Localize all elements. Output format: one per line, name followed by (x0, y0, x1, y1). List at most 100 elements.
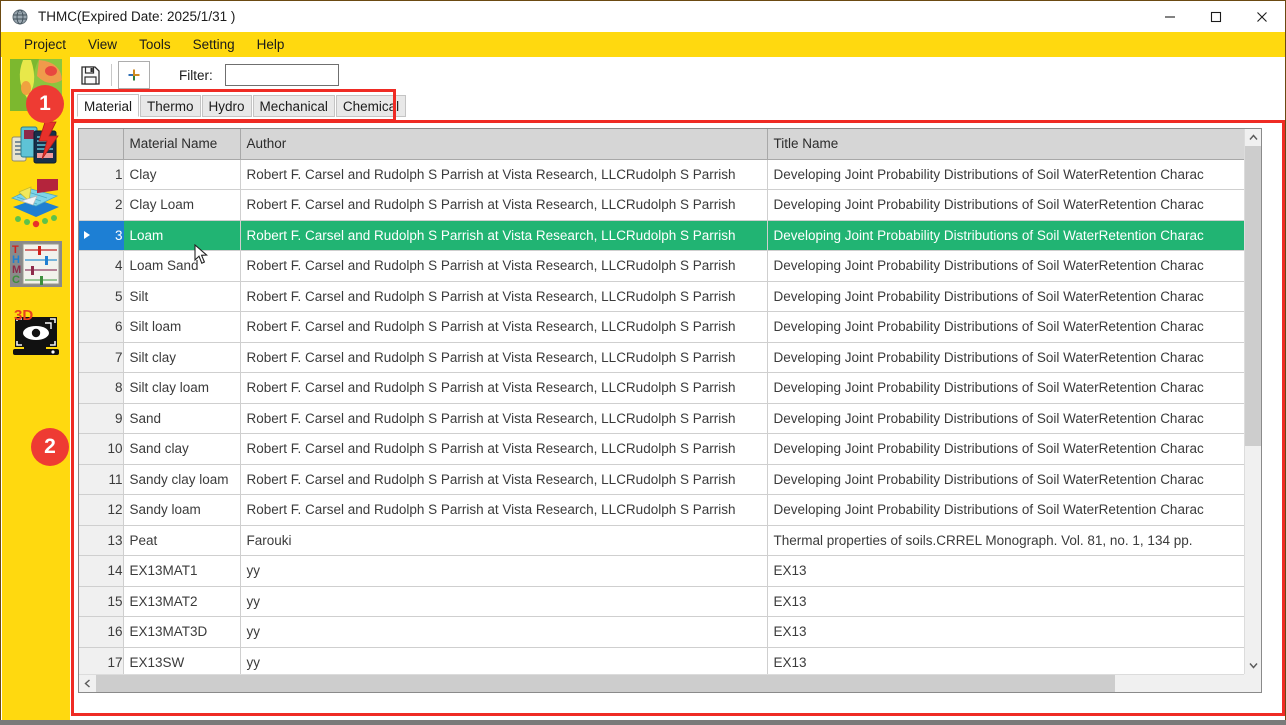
cell-title-name[interactable]: Developing Joint Probability Distributio… (767, 281, 1260, 312)
cell-title-name[interactable]: Developing Joint Probability Distributio… (767, 311, 1260, 343)
column-header-index[interactable] (79, 129, 124, 160)
cell-material-name[interactable]: Silt loam (123, 311, 241, 343)
cell-title-name[interactable]: Developing Joint Probability Distributio… (767, 433, 1260, 465)
minimize-button[interactable] (1147, 1, 1193, 32)
row-indicator-cell[interactable]: 4 (79, 250, 124, 282)
cell-author[interactable]: Robert F. Carsel and Rudolph S Parrish a… (240, 159, 768, 190)
cell-author[interactable]: yy (240, 647, 768, 674)
cell-title-name[interactable]: Developing Joint Probability Distributio… (767, 494, 1260, 526)
cell-author[interactable]: Robert F. Carsel and Rudolph S Parrish a… (240, 311, 768, 343)
cell-material-name[interactable]: EX13MAT2 (123, 586, 241, 617)
row-indicator-cell[interactable]: 13 (79, 525, 124, 556)
cell-title-name[interactable]: Developing Joint Probability Distributio… (767, 464, 1260, 495)
column-header-material-name[interactable]: Material Name (123, 129, 241, 160)
cell-author[interactable]: yy (240, 555, 768, 587)
cell-author[interactable]: Farouki (240, 525, 768, 556)
menu-item-setting[interactable]: Setting (182, 35, 246, 54)
cell-material-name[interactable]: Sandy clay loam (123, 464, 241, 495)
row-indicator-cell[interactable]: 14 (79, 555, 124, 587)
cell-material-name[interactable]: Clay Loam (123, 189, 241, 221)
table-row[interactable]: 4 Loam Sand Robert F. Carsel and Rudolph S… (79, 250, 1260, 282)
tab-hydro[interactable]: Hydro (201, 95, 252, 117)
cell-material-name[interactable]: Silt clay (123, 342, 241, 373)
cell-author[interactable]: Robert F. Carsel and Rudolph S Parrish a… (240, 464, 768, 495)
scroll-left-button[interactable] (79, 675, 96, 692)
tab-mechanical[interactable]: Mechanical (252, 95, 335, 117)
cell-material-name[interactable]: Loam Sand (123, 250, 241, 282)
tab-thermo[interactable]: Thermo (140, 95, 201, 117)
row-indicator-cell[interactable]: 7 (79, 342, 124, 373)
cell-author[interactable]: Robert F. Carsel and Rudolph S Parrish a… (240, 250, 768, 282)
table-row[interactable]: 1 Clay Robert F. Carsel and Rudolph S Parr… (79, 159, 1260, 190)
table-row[interactable]: 14 EX13MAT1 yy EX13 (79, 555, 1260, 587)
cell-material-name[interactable]: EX13SW (123, 647, 241, 674)
cell-title-name[interactable]: Developing Joint Probability Distributio… (767, 403, 1260, 434)
table-row[interactable]: 5 Silt Robert F. Carsel and Rudolph S Parr… (79, 281, 1260, 312)
maximize-button[interactable] (1193, 1, 1239, 32)
row-indicator-cell[interactable]: 17 (79, 647, 124, 674)
add-button[interactable] (118, 61, 150, 89)
cell-author[interactable]: Robert F. Carsel and Rudolph S Parrish a… (240, 189, 768, 221)
cell-title-name[interactable]: Developing Joint Probability Distributio… (767, 159, 1260, 190)
table-row[interactable]: 6 Silt loam Robert F. Carsel and Rudolph S… (79, 311, 1260, 343)
menu-item-project[interactable]: Project (13, 35, 77, 54)
cell-material-name[interactable]: Peat (123, 525, 241, 556)
cell-author[interactable]: Robert F. Carsel and Rudolph S Parrish a… (240, 403, 768, 434)
thmc-sliders-icon[interactable]: T H M C (9, 237, 63, 291)
row-indicator-cell[interactable]: 6 (79, 311, 124, 343)
cell-material-name[interactable]: Silt clay loam (123, 372, 241, 404)
cell-material-name[interactable]: EX13MAT3D (123, 616, 241, 648)
cell-material-name[interactable]: EX13MAT1 (123, 555, 241, 587)
cell-title-name[interactable]: Developing Joint Probability Distributio… (767, 220, 1260, 251)
row-indicator-cell[interactable]: 8 (79, 372, 124, 404)
save-button[interactable] (75, 61, 105, 89)
table-row[interactable]: 3 Loam Robert F. Carsel and Rudolph S Parr… (79, 220, 1260, 251)
row-indicator-cell[interactable]: 3 (79, 220, 124, 251)
cell-title-name[interactable]: EX13 (767, 616, 1260, 648)
table-row[interactable]: 17 EX13SW yy EX13 (79, 647, 1260, 674)
cell-material-name[interactable]: Clay (123, 159, 241, 190)
table-row[interactable]: 16 EX13MAT3D yy EX13 (79, 616, 1260, 648)
cell-material-name[interactable]: Sand clay (123, 433, 241, 465)
mesh-icon[interactable] (9, 179, 63, 233)
horizontal-scrollbar[interactable] (79, 674, 1260, 692)
table-row[interactable]: 7 Silt clay Robert F. Carsel and Rudolph S… (79, 342, 1260, 373)
menu-item-tools[interactable]: Tools (128, 35, 182, 54)
row-indicator-cell[interactable]: 5 (79, 281, 124, 312)
row-indicator-cell[interactable]: 9 (79, 403, 124, 434)
cell-material-name[interactable]: Sand (123, 403, 241, 434)
cell-author[interactable]: yy (240, 616, 768, 648)
table-row[interactable]: 10 Sand clay Robert F. Carsel and Rudolph … (79, 433, 1260, 465)
vertical-scrollbar-thumb[interactable] (1245, 146, 1261, 446)
tab-chemical[interactable]: Chemical (335, 95, 407, 117)
cell-author[interactable]: Robert F. Carsel and Rudolph S Parrish a… (240, 433, 768, 465)
menu-item-help[interactable]: Help (246, 35, 296, 54)
row-indicator-cell[interactable]: 15 (79, 586, 124, 617)
cell-title-name[interactable]: EX13 (767, 555, 1260, 587)
cell-author[interactable]: Robert F. Carsel and Rudolph S Parrish a… (240, 342, 768, 373)
menu-item-view[interactable]: View (77, 35, 128, 54)
cell-title-name[interactable]: Developing Joint Probability Distributio… (767, 250, 1260, 282)
scroll-up-button[interactable] (1245, 129, 1261, 146)
column-header-title-name[interactable]: Title Name (767, 129, 1260, 160)
row-indicator-cell[interactable]: 16 (79, 616, 124, 648)
view-3d-icon[interactable]: 3D (9, 307, 63, 361)
database-icon[interactable] (9, 119, 63, 173)
cell-material-name[interactable]: Silt (123, 281, 241, 312)
cell-title-name[interactable]: EX13 (767, 647, 1260, 674)
row-indicator-cell[interactable]: 10 (79, 433, 124, 465)
table-row[interactable]: 11 Sandy clay loam Robert F. Carsel and Ru… (79, 464, 1260, 495)
cell-author[interactable]: Robert F. Carsel and Rudolph S Parrish a… (240, 372, 768, 404)
cell-title-name[interactable]: Thermal properties of soils.CRREL Monogr… (767, 525, 1260, 556)
horizontal-scrollbar-thumb[interactable] (96, 675, 1115, 692)
cell-author[interactable]: yy (240, 586, 768, 617)
table-row[interactable]: 13 Peat Farouki Thermal properties of soils… (79, 525, 1260, 556)
column-header-author[interactable]: Author (240, 129, 768, 160)
cell-author[interactable]: Robert F. Carsel and Rudolph S Parrish a… (240, 220, 768, 251)
cell-title-name[interactable]: Developing Joint Probability Distributio… (767, 189, 1260, 221)
tab-material[interactable]: Material (77, 94, 140, 117)
cell-material-name[interactable]: Sandy loam (123, 494, 241, 526)
table-row[interactable]: 12 Sandy loam Robert F. Carsel and Rudolph… (79, 494, 1260, 526)
scroll-down-button[interactable] (1245, 657, 1261, 674)
row-indicator-cell[interactable]: 2 (79, 189, 124, 221)
